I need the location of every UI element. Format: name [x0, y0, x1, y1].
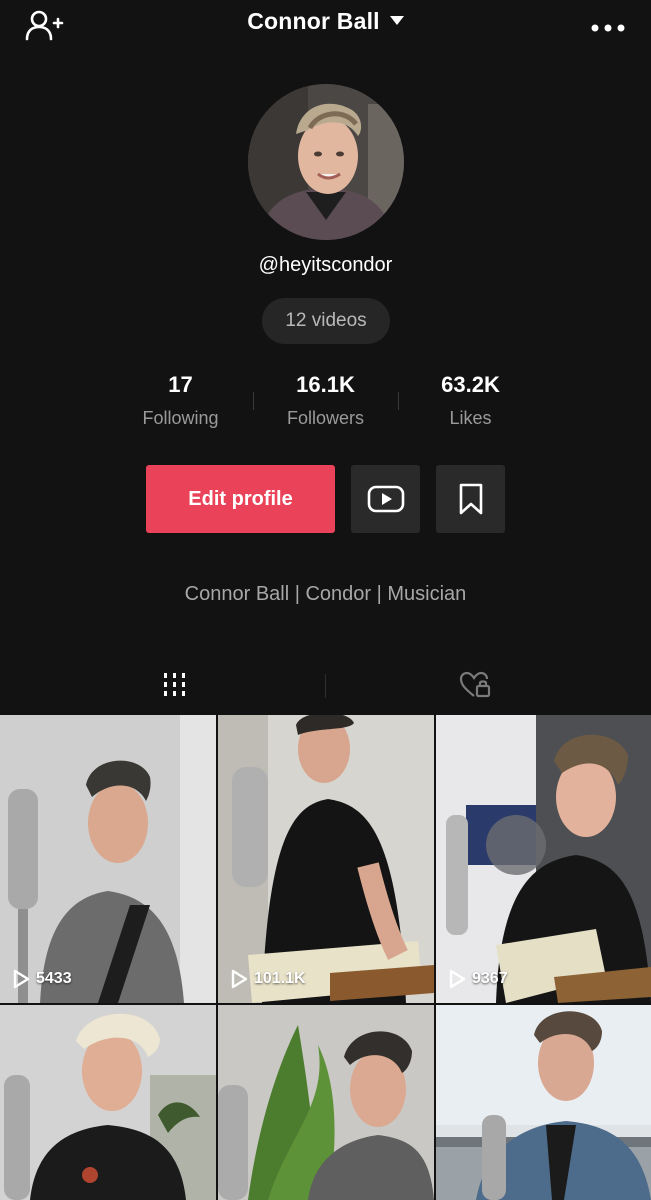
bookmark-icon: [459, 483, 482, 515]
profile-handle: @heyitscondor: [258, 254, 393, 276]
view-count-text: 101.1K: [254, 970, 306, 987]
video-thumbnail[interactable]: [436, 1005, 651, 1200]
video-count-pill: 12 videos: [262, 298, 390, 344]
play-icon: [449, 969, 466, 989]
profile-tabs: [0, 660, 651, 712]
stat-divider: [253, 392, 254, 410]
stat-label: Likes: [449, 408, 492, 428]
play-icon: [13, 969, 30, 989]
grid-icon: [164, 673, 185, 696]
tab-divider: [325, 674, 326, 698]
stat-value: 17: [168, 372, 193, 397]
view-count-text: 9367: [472, 970, 508, 987]
stat-value: 63.2K: [441, 372, 500, 397]
liked-private-icon: [459, 671, 491, 698]
stat-label: Following: [142, 408, 219, 428]
top-bar: Connor Ball: [0, 0, 651, 50]
stat-following[interactable]: 17 Following: [108, 370, 253, 440]
view-count: 5433: [12, 969, 72, 989]
view-count: 101.1K: [230, 969, 306, 989]
youtube-icon: [367, 485, 404, 513]
stat-likes[interactable]: 63.2K Likes: [398, 370, 543, 440]
account-switcher[interactable]: Connor Ball: [0, 8, 651, 35]
stat-label: Followers: [286, 408, 365, 428]
avatar[interactable]: [248, 84, 404, 240]
view-count-text: 5433: [36, 970, 72, 987]
video-thumbnail[interactable]: [218, 1005, 434, 1200]
favorites-button[interactable]: [436, 465, 505, 533]
stat-followers[interactable]: 16.1K Followers: [253, 370, 398, 440]
profile-username: Connor Ball: [247, 8, 380, 34]
tab-videos[interactable]: [160, 672, 190, 698]
caret-down-icon: [389, 16, 404, 25]
video-grid: 5433 101.1K 9367: [0, 715, 651, 1200]
play-icon: [231, 969, 248, 989]
stat-value: 16.1K: [296, 372, 355, 397]
video-thumbnail[interactable]: [0, 1005, 216, 1200]
view-count: 9367: [448, 969, 508, 989]
video-thumbnail[interactable]: 5433: [0, 715, 216, 1003]
tab-liked[interactable]: [458, 670, 492, 700]
video-thumbnail[interactable]: 101.1K: [218, 715, 434, 1003]
video-thumbnail[interactable]: 9367: [436, 715, 651, 1003]
more-icon[interactable]: [590, 20, 626, 32]
stat-divider: [398, 392, 399, 410]
profile-bio: Connor Ball | Condor | Musician: [184, 583, 467, 605]
profile-stats: 17 Following 16.1K Followers 63.2K Likes: [108, 370, 543, 440]
edit-profile-button[interactable]: Edit profile: [146, 465, 335, 533]
youtube-button[interactable]: [351, 465, 420, 533]
